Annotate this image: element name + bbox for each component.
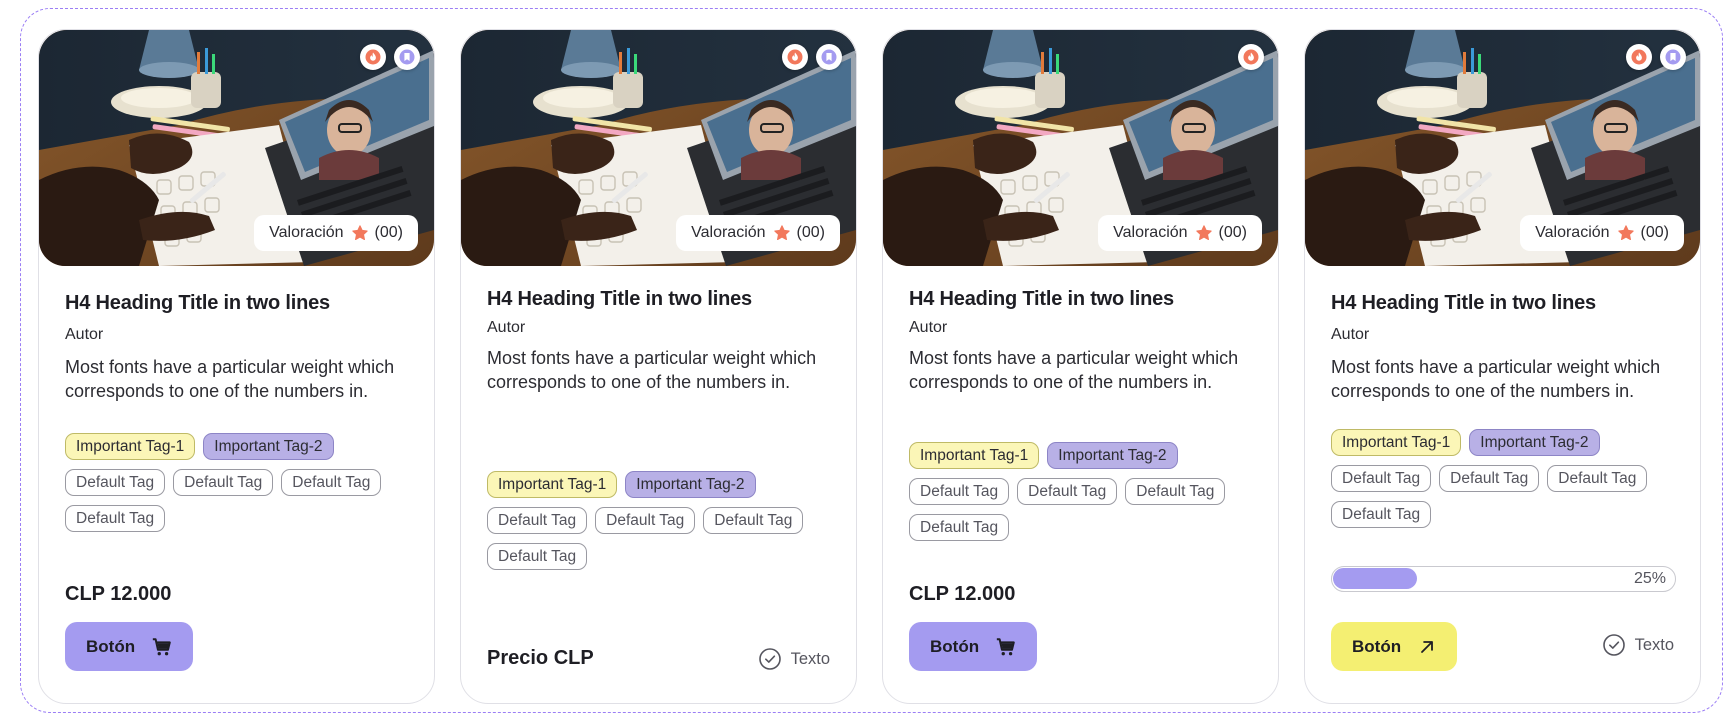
card-title: H4 Heading Title in two lines: [487, 288, 752, 310]
tag-list: Important Tag-1 Important Tag-2 Default …: [65, 433, 415, 532]
progress-label: 25%: [1633, 570, 1666, 587]
bookmark-icon[interactable]: [394, 44, 420, 70]
flame-icon[interactable]: [782, 44, 808, 70]
status-text: Texto: [758, 647, 830, 671]
flame-icon[interactable]: [1626, 44, 1652, 70]
button-label: Botón: [86, 636, 136, 656]
card-author: Autor: [1331, 326, 1370, 343]
card-price: Precio CLP: [487, 647, 594, 669]
default-tag[interactable]: Default Tag: [1125, 478, 1226, 505]
progress-bar: 25%: [1331, 566, 1676, 592]
star-icon: [351, 225, 368, 241]
important-tag[interactable]: Important Tag-1: [1331, 429, 1462, 456]
default-tag[interactable]: Default Tag: [65, 469, 166, 496]
rating-count: (00): [374, 224, 403, 241]
card-author: Autor: [487, 319, 526, 336]
card-title: H4 Heading Title in two lines: [1331, 292, 1596, 314]
tag-list: Important Tag-1 Important Tag-2 Default …: [909, 442, 1259, 541]
card-title: H4 Heading Title in two lines: [65, 292, 330, 314]
default-tag[interactable]: Default Tag: [281, 469, 382, 496]
default-tag[interactable]: Default Tag: [1331, 465, 1432, 492]
important-tag[interactable]: Important Tag-1: [487, 471, 618, 498]
default-tag[interactable]: Default Tag: [595, 507, 696, 534]
product-card[interactable]: Valoración (00) H4 Heading Title in two …: [38, 29, 435, 704]
card-author: Autor: [65, 326, 104, 343]
default-tag[interactable]: Default Tag: [65, 505, 166, 532]
default-tag[interactable]: Default Tag: [1017, 478, 1118, 505]
important-tag[interactable]: Important Tag-2: [1047, 442, 1178, 469]
button-label: Botón: [930, 636, 980, 656]
important-tag[interactable]: Important Tag-2: [1469, 429, 1600, 456]
important-tag[interactable]: Important Tag-2: [203, 433, 334, 460]
important-tag[interactable]: Important Tag-1: [65, 433, 196, 460]
default-tag[interactable]: Default Tag: [173, 469, 274, 496]
open-link-button[interactable]: Botón: [1331, 622, 1458, 671]
card-description: Most fonts have a particular weight whic…: [909, 348, 1239, 392]
rating-count: (00): [1218, 224, 1247, 241]
status-text: Texto: [1602, 633, 1674, 657]
star-icon: [773, 225, 790, 241]
default-tag[interactable]: Default Tag: [909, 478, 1010, 505]
check-circle-icon: [758, 648, 781, 670]
add-to-cart-button[interactable]: Botón: [909, 622, 1038, 671]
default-tag[interactable]: Default Tag: [1547, 465, 1648, 492]
card-description: Most fonts have a particular weight whic…: [1331, 357, 1661, 401]
card-price: CLP 12.000: [909, 583, 1016, 605]
flame-icon[interactable]: [360, 44, 386, 70]
bookmark-icon[interactable]: [816, 44, 842, 70]
default-tag[interactable]: Default Tag: [703, 507, 804, 534]
default-tag[interactable]: Default Tag: [1439, 465, 1540, 492]
cart-icon: [152, 637, 171, 655]
flame-icon[interactable]: [1238, 44, 1264, 70]
status-label: Texto: [790, 649, 830, 668]
rating-badge: Valoración (00): [1520, 215, 1684, 251]
product-card[interactable]: Valoración (00) H4 Heading Title in two …: [1304, 29, 1701, 704]
rating-label: Valoración: [1535, 224, 1610, 241]
rating-label: Valoración: [1113, 224, 1188, 241]
status-label: Texto: [1634, 635, 1674, 654]
default-tag[interactable]: Default Tag: [1331, 501, 1432, 528]
rating-badge: Valoración (00): [254, 215, 418, 251]
button-label: Botón: [1352, 636, 1402, 656]
tag-list: Important Tag-1 Important Tag-2 Default …: [487, 471, 837, 570]
rating-badge: Valoración (00): [1098, 215, 1262, 251]
rating-label: Valoración: [269, 224, 344, 241]
important-tag[interactable]: Important Tag-2: [625, 471, 756, 498]
default-tag[interactable]: Default Tag: [487, 507, 588, 534]
star-icon: [1617, 225, 1634, 241]
product-card[interactable]: Valoración (00) H4 Heading Title in two …: [882, 29, 1279, 704]
arrow-up-right-icon: [1421, 640, 1434, 653]
important-tag[interactable]: Important Tag-1: [909, 442, 1040, 469]
rating-badge: Valoración (00): [676, 215, 840, 251]
add-to-cart-button[interactable]: Botón: [65, 622, 194, 671]
card-author: Autor: [909, 319, 948, 336]
tag-list: Important Tag-1 Important Tag-2 Default …: [1331, 429, 1681, 528]
bookmark-icon[interactable]: [1660, 44, 1686, 70]
default-tag[interactable]: Default Tag: [487, 543, 588, 570]
card-title: H4 Heading Title in two lines: [909, 288, 1174, 310]
product-card[interactable]: Valoración (00) H4 Heading Title in two …: [460, 29, 857, 704]
cart-icon: [996, 637, 1015, 655]
rating-count: (00): [1640, 224, 1669, 241]
check-circle-icon: [1602, 634, 1625, 656]
default-tag[interactable]: Default Tag: [909, 514, 1010, 541]
rating-count: (00): [796, 224, 825, 241]
rating-label: Valoración: [691, 224, 766, 241]
card-description: Most fonts have a particular weight whic…: [487, 348, 817, 392]
progress-fill: [1333, 568, 1417, 589]
card-price: CLP 12.000: [65, 583, 172, 605]
card-description: Most fonts have a particular weight whic…: [65, 357, 395, 401]
star-icon: [1195, 225, 1212, 241]
